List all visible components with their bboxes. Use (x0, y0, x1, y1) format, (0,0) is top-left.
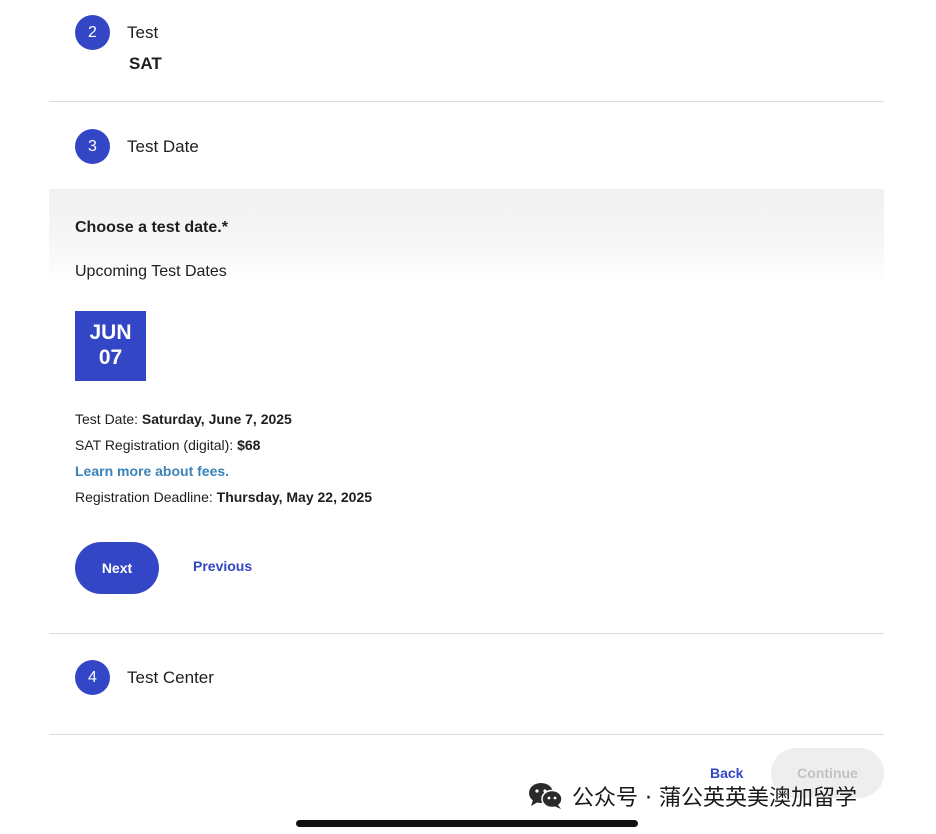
test-date-value: Saturday, June 7, 2025 (141, 411, 292, 427)
step-2-number: 2 (75, 15, 110, 50)
registration-fee-info: SAT Registration (digital): $68 (75, 437, 260, 453)
registration-deadline-value: Thursday, May 22, 2025 (216, 489, 373, 505)
choose-date-prompt: Choose a test date.* (75, 219, 228, 236)
step-4-number: 4 (75, 660, 110, 695)
divider (49, 633, 884, 634)
back-link[interactable]: Back (710, 765, 743, 781)
home-indicator (296, 820, 638, 827)
date-tile-month: JUN (89, 321, 132, 344)
divider (49, 101, 884, 102)
previous-link[interactable]: Previous (193, 558, 252, 574)
step-2-value: SAT (129, 54, 162, 73)
watermark: 公众号 · 蒲公英英美澳加留学 (528, 781, 857, 811)
date-tile-jun-07[interactable]: JUN 07 (75, 311, 146, 381)
registration-deadline-info: Registration Deadline: Thursday, May 22,… (75, 489, 372, 505)
divider (49, 734, 884, 735)
registration-deadline-label: Registration Deadline: (75, 489, 217, 505)
upcoming-dates-heading: Upcoming Test Dates (75, 263, 227, 280)
test-date-info: Test Date: Saturday, June 7, 2025 (75, 411, 292, 427)
step-3-number: 3 (75, 129, 110, 164)
date-tile-day: 07 (98, 346, 123, 369)
registration-page: 2 Test SAT 3 Test Date Choose a test dat… (0, 0, 936, 834)
step-3-title: Test Date (127, 137, 199, 156)
next-button[interactable]: Next (75, 542, 159, 594)
registration-fee-label: SAT Registration (digital): (75, 437, 238, 453)
step-2-title: Test (127, 23, 159, 42)
wechat-icon (529, 783, 563, 809)
learn-more-fees-link[interactable]: Learn more about fees. (75, 463, 229, 479)
registration-fee-value: $68 (237, 437, 261, 453)
test-date-label: Test Date: (75, 411, 142, 427)
step-4-title: Test Center (127, 668, 214, 687)
watermark-text: 公众号 · 蒲公英英美澳加留学 (572, 786, 857, 811)
